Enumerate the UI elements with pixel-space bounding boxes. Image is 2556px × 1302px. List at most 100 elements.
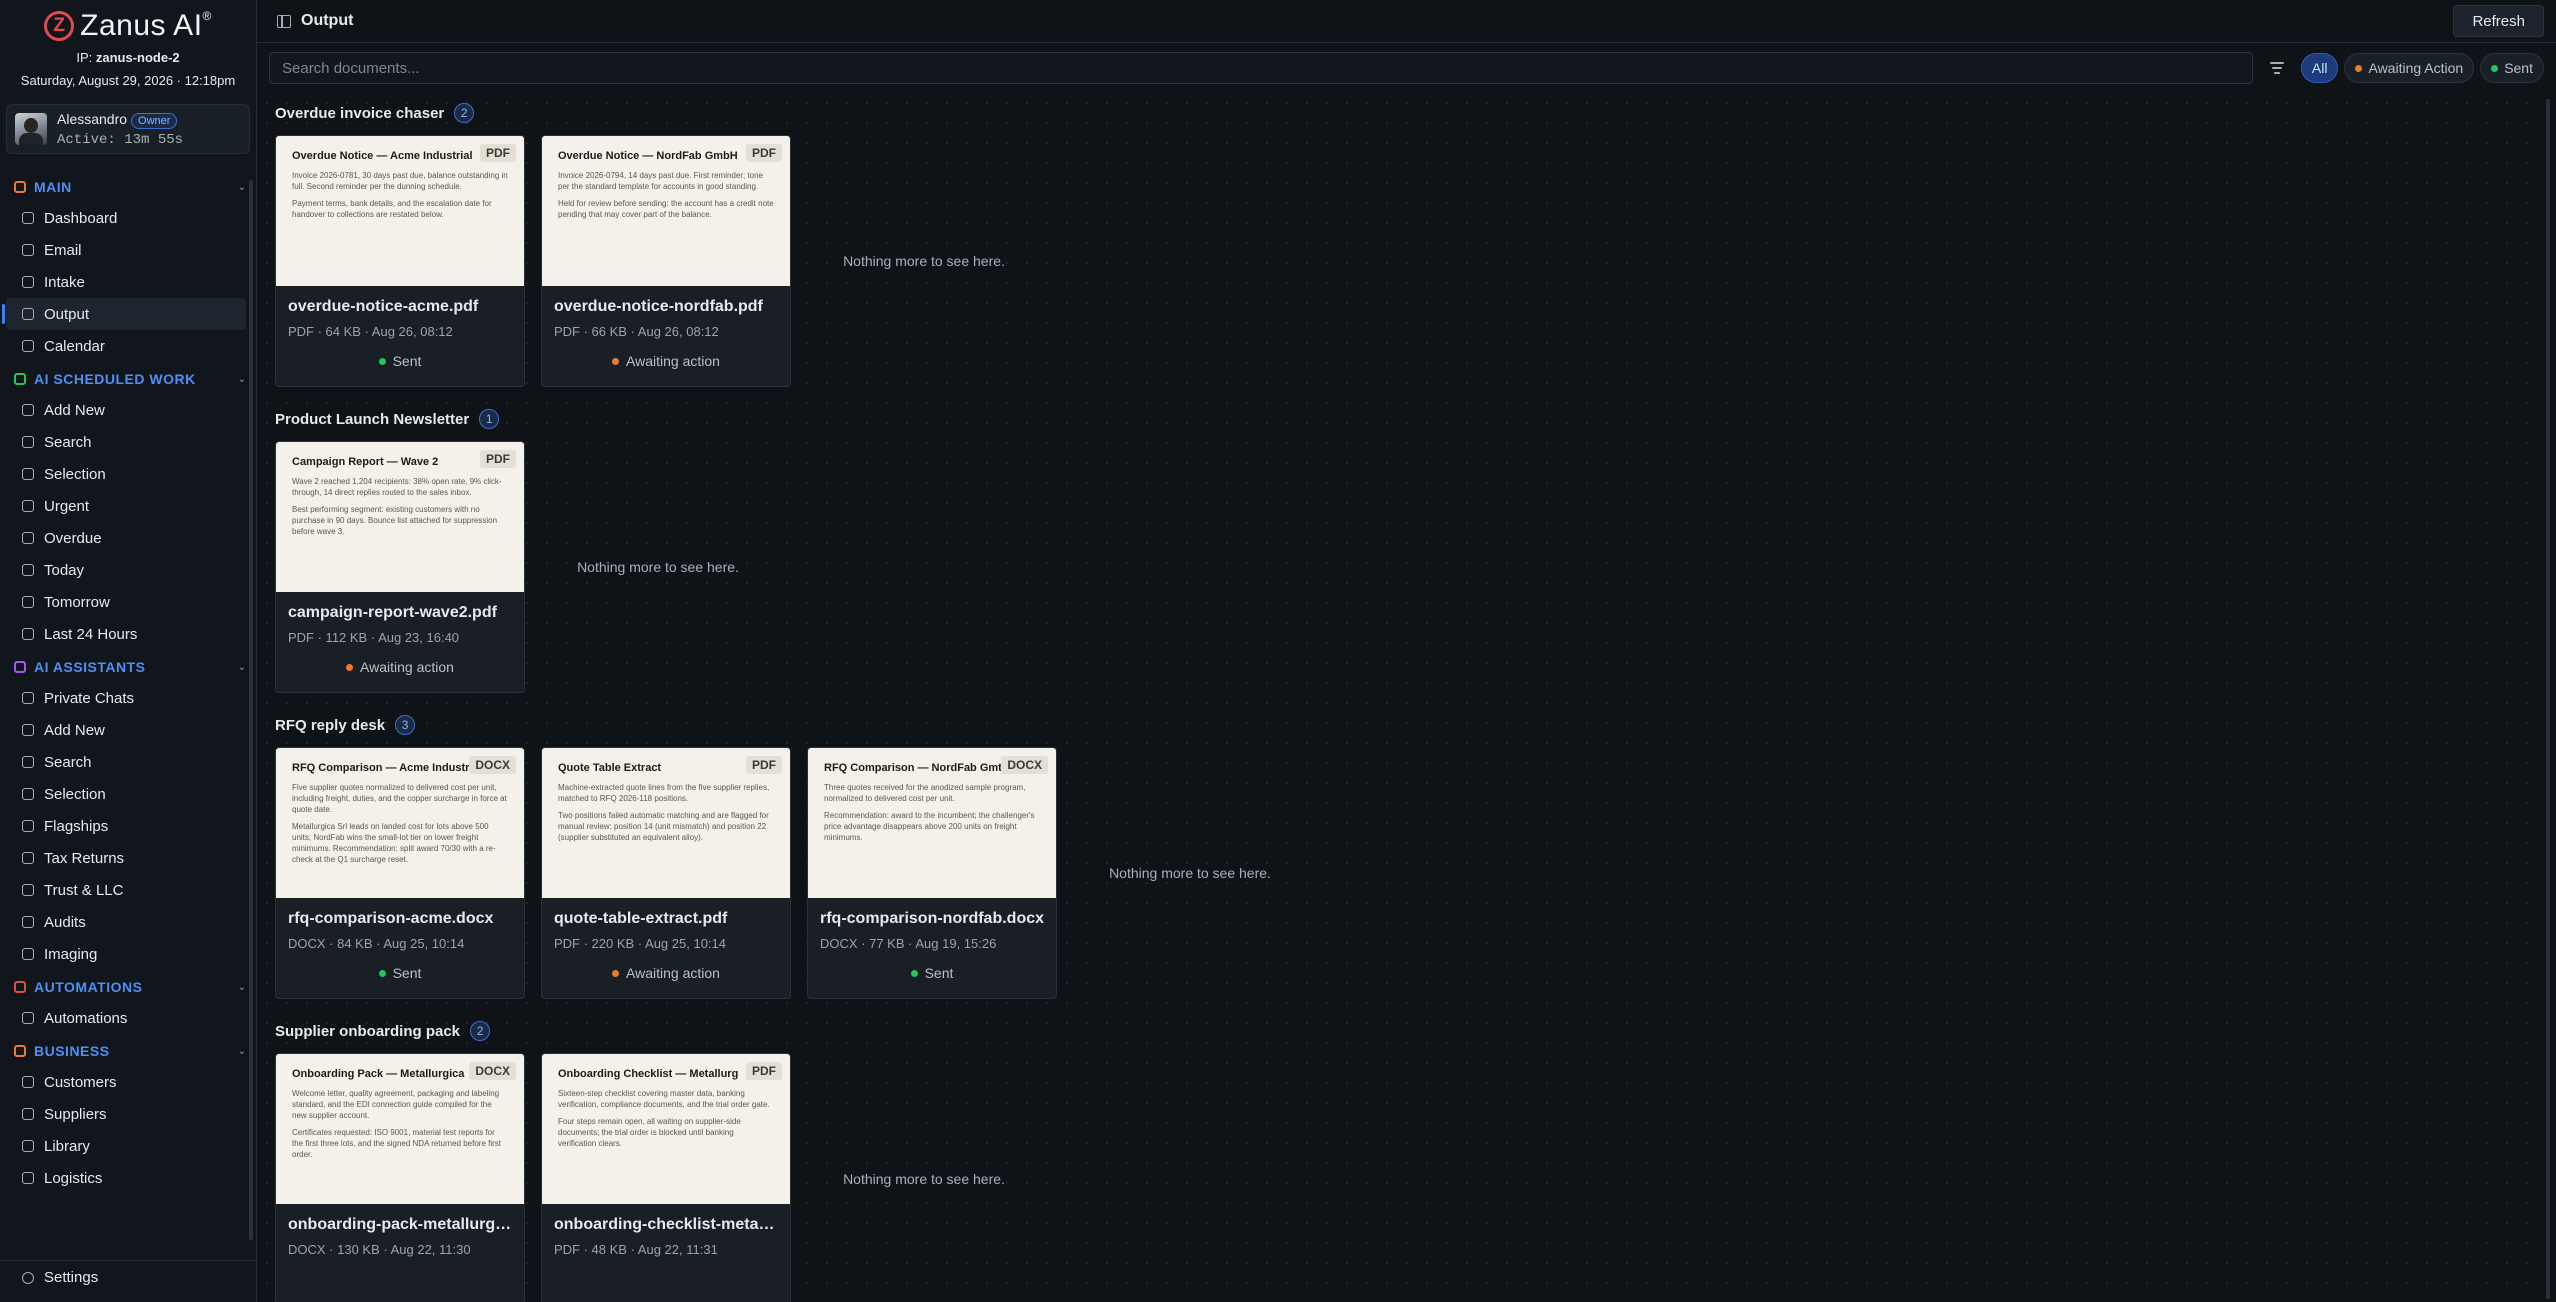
sidebar-item-audits[interactable]: Audits	[6, 906, 246, 938]
sidebar-item-add-new[interactable]: Add New	[6, 394, 246, 426]
sidebar-item-output[interactable]: Output	[2, 298, 246, 330]
sidebar-item-email[interactable]: Email	[6, 234, 246, 266]
sidebar-item-label: Audits	[44, 913, 86, 931]
card-meta: quote-table-extract.pdf PDF · 220 KB · Au…	[542, 898, 790, 981]
chevron-down-icon[interactable]: ⌄	[238, 182, 246, 193]
sidebar-item-trust-llc[interactable]: Trust & LLC	[6, 874, 246, 906]
document-preview[interactable]: Overdue Notice — NordFab GmbH PDF Invoice …	[542, 136, 790, 286]
chevron-down-icon[interactable]: ⌄	[238, 662, 246, 673]
search-input[interactable]	[269, 52, 2253, 84]
section-ai-assistants[interactable]: AI ASSISTANTS ⌄	[0, 656, 256, 678]
section-automations[interactable]: AUTOMATIONS ⌄	[0, 976, 256, 998]
sidebar-scrollbar[interactable]	[249, 180, 253, 1240]
chevron-down-icon[interactable]: ⌄	[238, 1046, 246, 1057]
file-type-badge: PDF	[746, 756, 782, 774]
settings-link[interactable]: Settings	[0, 1260, 256, 1294]
file-name[interactable]: onboarding-pack-metallurgi...	[288, 1216, 512, 1234]
filter-chip-awaiting-action[interactable]: Awaiting Action	[2344, 53, 2475, 83]
document-card[interactable]: Overdue Notice — Acme Industrial PDF Invoi…	[275, 135, 525, 387]
sidebar-item-tomorrow[interactable]: Tomorrow	[6, 586, 246, 618]
count-badge: 2	[470, 1021, 491, 1041]
file-name[interactable]: overdue-notice-acme.pdf	[288, 298, 512, 316]
sidebar-item-label: Search	[44, 753, 92, 771]
preview-paragraph: Metallurgica Srl leads on landed cost fo…	[292, 822, 496, 864]
card-meta: campaign-report-wave2.pdf PDF · 112 KB · …	[276, 592, 524, 675]
sidebar-item-selection[interactable]: Selection	[6, 778, 246, 810]
role-badge: Owner	[131, 112, 178, 129]
settings-label: Settings	[44, 1269, 99, 1286]
sidebar-item-intake[interactable]: Intake	[6, 266, 246, 298]
sidebar-item-flagships[interactable]: Flagships	[6, 810, 246, 842]
document-preview[interactable]: Quote Table Extract PDF Machine-extracted …	[542, 748, 790, 898]
section-main[interactable]: MAIN ⌄	[0, 176, 256, 198]
sidebar-item-label: Tomorrow	[44, 593, 110, 611]
sidebar-item-tax-returns[interactable]: Tax Returns	[6, 842, 246, 874]
file-name[interactable]: overdue-notice-nordfab.pdf	[554, 298, 778, 316]
sidebar-item-private-chats[interactable]: Private Chats	[6, 682, 246, 714]
group-title: RFQ reply desk	[275, 716, 386, 734]
document-preview[interactable]: Onboarding Pack — Metallurgica DOCX Welcom…	[276, 1054, 524, 1204]
document-card[interactable]: Quote Table Extract PDF Machine-extracted …	[541, 747, 791, 999]
document-preview[interactable]: Campaign Report — Wave 2 PDF Wave 2 reache…	[276, 442, 524, 592]
section-business[interactable]: BUSINESS ⌄	[0, 1040, 256, 1062]
sidebar-item-add-new[interactable]: Add New	[6, 714, 246, 746]
user-card[interactable]: Alessandro Owner Active: 13m 55s	[6, 104, 250, 154]
sidebar-item-search[interactable]: Search	[6, 426, 246, 458]
section-ai-scheduled-work[interactable]: AI SCHEDULED WORK ⌄	[0, 368, 256, 390]
sidebar-item-today[interactable]: Today	[6, 554, 246, 586]
sidebar-item-search[interactable]: Search	[6, 746, 246, 778]
sidebar-item-label: Urgent	[44, 497, 90, 515]
file-name[interactable]: quote-table-extract.pdf	[554, 910, 778, 928]
file-name[interactable]: rfq-comparison-nordfab.docx	[820, 910, 1044, 928]
document-card[interactable]: Onboarding Checklist — Metallurg PDF Sixte…	[541, 1053, 791, 1302]
empty-state-text: Nothing more to see here.	[843, 253, 1005, 269]
filter-chip-all[interactable]: All	[2300, 53, 2339, 83]
sidebar-item-label: Suppliers	[44, 1105, 107, 1123]
chevron-down-icon[interactable]: ⌄	[238, 982, 246, 993]
document-preview[interactable]: Overdue Notice — Acme Industrial PDF Invoi…	[276, 136, 524, 286]
filter-chip-sent[interactable]: Sent	[2480, 53, 2544, 83]
brand-logo[interactable]: Z Zanus AI®	[0, 0, 256, 46]
sidebar-item-selection[interactable]: Selection	[6, 458, 246, 490]
sidebar-item-logistics[interactable]: Logistics	[6, 1162, 246, 1194]
filter-icon[interactable]	[2267, 58, 2287, 78]
refresh-button[interactable]: Refresh	[2453, 5, 2544, 37]
group-header: Overdue invoice chaser 2	[275, 99, 2556, 127]
sidebar-item-dashboard[interactable]: Dashboard	[6, 202, 246, 234]
content-scrollbar[interactable]	[2546, 99, 2550, 1299]
sidebar-item-urgent[interactable]: Urgent	[6, 490, 246, 522]
document-card[interactable]: Campaign Report — Wave 2 PDF Wave 2 reache…	[275, 441, 525, 693]
status-badge: Sent	[288, 965, 512, 981]
document-card[interactable]: RFQ Comparison — Acme Industr DOCX Five su…	[275, 747, 525, 999]
file-name[interactable]: campaign-report-wave2.pdf	[288, 604, 512, 622]
preview-title: Campaign Report — Wave 2	[292, 456, 439, 468]
sidebar-item-label: Calendar	[44, 337, 105, 355]
document-preview[interactable]: RFQ Comparison — Acme Industr DOCX Five su…	[276, 748, 524, 898]
preview-title: Overdue Notice — NordFab GmbH	[558, 150, 738, 162]
file-name[interactable]: onboarding-checklist-metall...	[554, 1216, 778, 1234]
document-card[interactable]: RFQ Comparison — NordFab Gmt DOCX Three qu…	[807, 747, 1057, 999]
overdue-icon	[22, 532, 34, 544]
sidebar-item-automations[interactable]: Automations	[6, 1002, 246, 1034]
sidebar-item-overdue[interactable]: Overdue	[6, 522, 246, 554]
document-card[interactable]: Overdue Notice — NordFab GmbH PDF Invoice …	[541, 135, 791, 387]
logo-mark-icon: Z	[44, 11, 75, 41]
document-card[interactable]: Onboarding Pack — Metallurgica DOCX Welcom…	[275, 1053, 525, 1302]
card-meta: overdue-notice-nordfab.pdf PDF · 66 KB · …	[542, 286, 790, 369]
toggle-sidebar-icon[interactable]	[277, 14, 291, 28]
document-preview[interactable]: RFQ Comparison — NordFab Gmt DOCX Three qu…	[808, 748, 1056, 898]
status-dot	[378, 969, 386, 977]
sidebar-item-suppliers[interactable]: Suppliers	[6, 1098, 246, 1130]
chevron-down-icon[interactable]: ⌄	[238, 374, 246, 385]
sidebar-item-customers[interactable]: Customers	[6, 1066, 246, 1098]
sidebar-item-calendar[interactable]: Calendar	[6, 330, 246, 362]
flagships-icon	[22, 820, 34, 832]
sidebar-item-last-24-hours[interactable]: Last 24 Hours	[6, 618, 246, 650]
sidebar-item-imaging[interactable]: Imaging	[6, 938, 246, 970]
file-type-badge: DOCX	[469, 756, 516, 774]
file-name[interactable]: rfq-comparison-acme.docx	[288, 910, 512, 928]
count-badge: 3	[395, 715, 416, 735]
sidebar-item-library[interactable]: Library	[6, 1130, 246, 1162]
document-preview[interactable]: Onboarding Checklist — Metallurg PDF Sixte…	[542, 1054, 790, 1204]
preview-paragraph: Two positions failed automatic matching …	[558, 811, 769, 842]
